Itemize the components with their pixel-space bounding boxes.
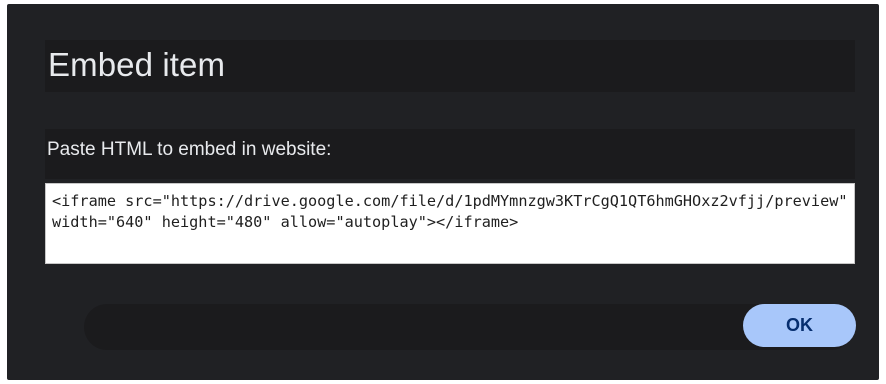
embed-code-text[interactable]: <iframe src="https://drive.google.com/fi… xyxy=(52,191,852,233)
title-bar: Embed item xyxy=(45,40,855,92)
ok-button[interactable]: OK xyxy=(743,304,856,347)
embed-code-field[interactable]: <iframe src="https://drive.google.com/fi… xyxy=(45,183,855,264)
embed-prompt-label: Paste HTML to embed in website: xyxy=(47,139,332,160)
dialog-title: Embed item xyxy=(48,46,226,83)
prompt-bar: Paste HTML to embed in website: xyxy=(45,129,855,179)
embed-dialog: Embed item Paste HTML to embed in websit… xyxy=(7,4,879,380)
button-bar xyxy=(84,304,854,350)
